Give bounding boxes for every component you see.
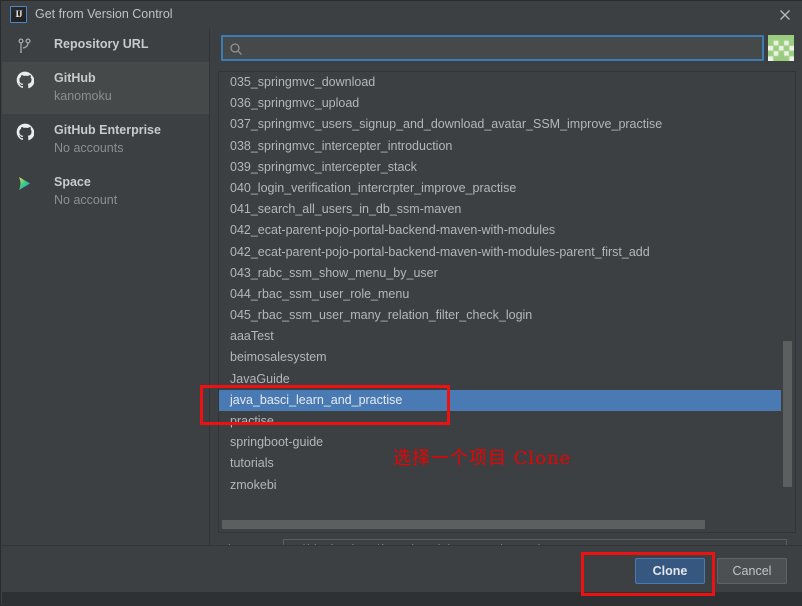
sidebar-item-label: Repository URL: [54, 37, 149, 51]
repository-list-item[interactable]: 042_ecat-parent-pojo-portal-backend-mave…: [219, 242, 782, 263]
vertical-scrollbar-thumb[interactable]: [783, 341, 792, 487]
horizontal-scrollbar-thumb[interactable]: [222, 520, 705, 529]
repository-list-frame: 035_springmvc_download 036_springmvc_uplo…: [218, 71, 796, 533]
sidebar-item-space[interactable]: Space No account: [2, 166, 209, 218]
repository-list-item[interactable]: springboot-guide: [219, 432, 782, 453]
sidebar-item-label: GitHub Enterprise: [54, 123, 161, 137]
sidebar-item-repository-url[interactable]: Repository URL: [2, 28, 209, 62]
jetbrains-space-icon: [16, 175, 34, 193]
github-identicon-avatar: [766, 33, 796, 63]
github-icon: [16, 123, 34, 141]
source-sidebar: Repository URL GitHub kanomoku GitHub En…: [2, 28, 210, 545]
repository-list-item[interactable]: 040_login_verification_intercrpter_impro…: [219, 178, 782, 199]
repository-list-item[interactable]: 043_rabc_ssm_show_menu_by_user: [219, 263, 782, 284]
repository-list-item[interactable]: 045_rbac_ssm_user_many_relation_filter_c…: [219, 305, 782, 326]
repository-list-item[interactable]: 041_search_all_users_in_db_ssm-maven: [219, 199, 782, 220]
dialog-footer: Clone Cancel: [2, 545, 802, 592]
repository-list-item[interactable]: 035_springmvc_download: [219, 72, 782, 93]
search-box[interactable]: [221, 35, 764, 61]
search-input[interactable]: [249, 37, 754, 59]
sidebar-item-account: No account: [54, 193, 118, 207]
sidebar-item-github-enterprise[interactable]: GitHub Enterprise No accounts: [2, 114, 209, 166]
repository-list-item[interactable]: 038_springmvc_intercepter_introduction: [219, 136, 782, 157]
search-row: [210, 28, 802, 73]
github-icon: [16, 71, 34, 89]
sidebar-item-github[interactable]: GitHub kanomoku: [2, 62, 209, 114]
horizontal-scrollbar[interactable]: [220, 518, 782, 531]
close-icon[interactable]: [775, 5, 795, 25]
window-title: Get from Version Control: [35, 7, 173, 21]
repository-list-item[interactable]: zmokebi: [219, 475, 782, 496]
git-branch-icon: [16, 37, 34, 55]
avatar-image: [768, 35, 794, 61]
repository-list-item[interactable]: 042_ecat-parent-pojo-portal-backend-mave…: [219, 220, 782, 241]
sidebar-item-label: GitHub: [54, 71, 96, 85]
repository-list[interactable]: 035_springmvc_download 036_springmvc_uplo…: [219, 72, 782, 519]
repository-list-item[interactable]: 039_springmvc_intercepter_stack: [219, 157, 782, 178]
repository-list-item[interactable]: 036_springmvc_upload: [219, 93, 782, 114]
search-icon: [229, 42, 243, 56]
get-from-version-control-dialog: IJ Get from Version Control Repository U…: [0, 0, 802, 606]
repository-list-item[interactable]: JavaGuide: [219, 369, 782, 390]
title-bar: IJ Get from Version Control: [1, 1, 802, 29]
clone-button[interactable]: Clone: [635, 558, 705, 584]
repository-list-item[interactable]: practise: [219, 411, 782, 432]
repository-panel: 035_springmvc_download 036_springmvc_uplo…: [210, 28, 802, 562]
repository-list-item[interactable]: beimosalesystem: [219, 347, 782, 368]
sidebar-item-label: Space: [54, 175, 91, 189]
repository-list-item[interactable]: 044_rbac_ssm_user_role_menu: [219, 284, 782, 305]
cancel-button[interactable]: Cancel: [717, 558, 787, 584]
intellij-idea-logo-icon: IJ: [10, 6, 27, 23]
window-bottom-strip: [2, 592, 802, 606]
repository-list-item[interactable]: java_basci_learn_and_practise: [219, 389, 782, 411]
repository-list-item[interactable]: tutorials: [219, 453, 782, 474]
repository-list-item[interactable]: aaaTest: [219, 326, 782, 347]
sidebar-item-account: kanomoku: [54, 89, 112, 103]
sidebar-item-account: No accounts: [54, 141, 124, 155]
vertical-scrollbar[interactable]: [781, 73, 794, 518]
repository-list-item[interactable]: 037_springmvc_users_signup_and_download_…: [219, 114, 782, 135]
